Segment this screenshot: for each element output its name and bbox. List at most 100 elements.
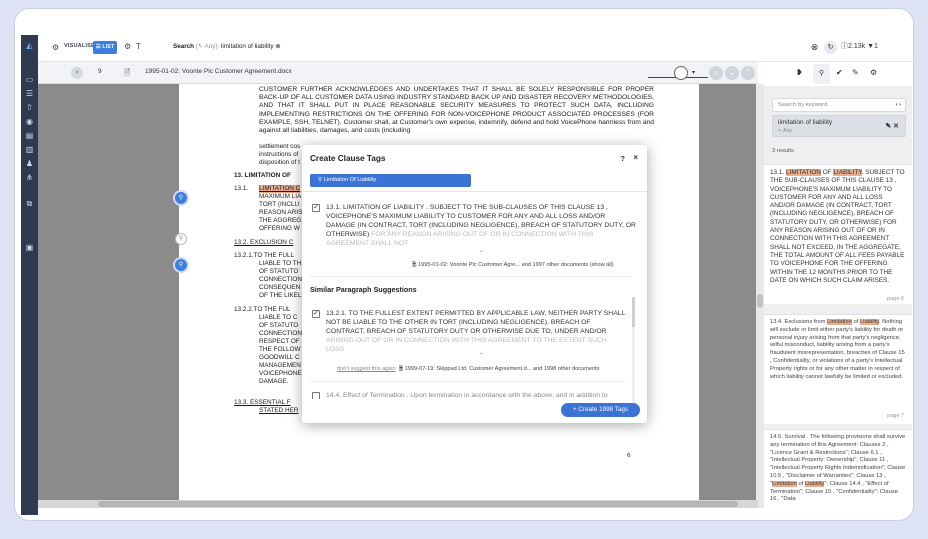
- prev-next-icon[interactable]: ‹ ›: [896, 99, 901, 111]
- doc-line: STATED HER: [259, 407, 299, 414]
- clear-search-icon[interactable]: ⊗: [275, 43, 280, 50]
- divider: [310, 381, 625, 382]
- item-source[interactable]: 🗎 1995-01-02: Voonte Plc Customer Agre..…: [412, 260, 614, 270]
- list-label: LIST: [102, 44, 115, 50]
- toggle-circle[interactable]: [674, 66, 688, 80]
- tab-settings-icon[interactable]: ⚙: [870, 68, 877, 77]
- close-dialog-icon[interactable]: ×: [633, 153, 638, 162]
- expand-chevron-icon[interactable]: ⌄: [479, 349, 484, 356]
- edit-remove-icon[interactable]: ✎ ✕: [885, 122, 899, 130]
- result-highlight: Limitation: [772, 480, 797, 487]
- back-icon[interactable]: ‹: [71, 67, 83, 79]
- page-footer-number: 6: [627, 452, 631, 459]
- clause-item[interactable]: ✓ 13.1. LIMITATION OF LIABILITY . SUBJEC…: [312, 203, 637, 249]
- nav-tag-icon[interactable]: ◉: [24, 117, 35, 126]
- search-term: limitation of liability: [221, 43, 274, 50]
- result-text: of: [798, 480, 804, 487]
- nav-up-icon[interactable]: ⌃: [741, 66, 755, 80]
- tab-check-icon[interactable]: ✔: [836, 68, 843, 77]
- result-card[interactable]: 13.4. Exclusions from Limitation of Liab…: [764, 314, 912, 424]
- doc-line: 13.2.2.TO THE FUL: [234, 306, 291, 313]
- doc-line: RESPECT OF: [259, 338, 300, 345]
- filter-icon[interactable]: ▼: [867, 43, 874, 50]
- nav-list-icon[interactable]: ☰: [24, 89, 35, 98]
- document-hscroll[interactable]: [38, 500, 758, 508]
- tag-marker-icon[interactable]: ⚲: [175, 259, 187, 271]
- doc-line: GOODWILL C: [259, 354, 300, 361]
- doc-line: MAXIMUM LIA: [259, 193, 302, 200]
- text-search-icon[interactable]: T: [136, 42, 141, 52]
- nav-user-icon[interactable]: ♟: [24, 159, 35, 168]
- tag-select[interactable]: ⚲ Limitation Of Liability: [310, 174, 471, 187]
- nav-down-icon[interactable]: ⌄: [725, 66, 739, 80]
- tab-edit-icon[interactable]: ✎: [852, 68, 859, 77]
- result-text: 13.4. Exclusions from: [770, 319, 826, 325]
- item-checkbox[interactable]: ✓: [312, 310, 320, 318]
- scroll-thumb[interactable]: [632, 297, 635, 327]
- tab-bookmark-icon[interactable]: ❥: [796, 68, 803, 77]
- panel-tabs: ❥ ⚲ ✔ ✎ ⚙: [764, 62, 912, 86]
- doc-line: MANAGEMEN: [259, 362, 301, 369]
- nav-file-icon[interactable]: ▤: [24, 131, 35, 140]
- doc-line: CONNECTION: [259, 276, 302, 283]
- search-query[interactable]: Search (↖ Any): limitation of liability …: [173, 43, 281, 50]
- refresh-icon[interactable]: ↻: [824, 41, 837, 54]
- vscroll-thumb[interactable]: [757, 294, 763, 308]
- dropdown-icon[interactable]: ▾: [692, 69, 695, 76]
- doc-line: OFFERING W: [259, 225, 300, 232]
- tag-marker-empty-icon[interactable]: ⚲: [175, 233, 187, 245]
- create-clause-tags-dialog: Create Clause Tags ? × ⚲ Limitation Of L…: [302, 145, 647, 423]
- item-checkbox[interactable]: ✓: [312, 204, 320, 212]
- result-card[interactable]: 13.1. LIMITATION OF LIABILITY. SUBJECT T…: [764, 164, 912, 304]
- count-label: 2.13k: [848, 43, 866, 50]
- tag-marker-icon[interactable]: ⚲: [175, 192, 187, 204]
- nav-prev-icon[interactable]: ‹: [709, 66, 723, 80]
- hscroll-thumb[interactable]: [98, 501, 738, 507]
- clause-highlight[interactable]: LIMITATION C: [259, 185, 301, 194]
- divider: [310, 276, 630, 277]
- result-text: . SUBJECT TO THE SUB-CLAUSES OF THIS CLA…: [770, 169, 905, 284]
- nav-tree-icon[interactable]: ⋔: [24, 173, 35, 182]
- list-button[interactable]: ☰ LIST: [93, 41, 117, 54]
- doc-line: CONNECTION: [259, 330, 302, 337]
- suggestion-item[interactable]: ✓ 13.2.1. TO THE FULLEST EXTENT PERMITTE…: [312, 309, 627, 355]
- nav-active-icon[interactable]: ▣: [24, 243, 35, 252]
- result-highlight: LIMITATION: [786, 169, 821, 176]
- doc-line: OF STATUTO: [259, 322, 299, 329]
- doc-line: instructions of: [259, 151, 299, 158]
- search-results-panel: ❥ ⚲ ✔ ✎ ⚙ Search by keyword ‹ › limitatio…: [764, 62, 912, 512]
- nav-upload-icon[interactable]: ⇧: [24, 103, 35, 112]
- help-icon[interactable]: ?: [620, 154, 625, 163]
- logo-icon[interactable]: ◭: [24, 41, 35, 50]
- suggestion-footer: don't suggest this again 🗎 1999-07-19: S…: [337, 364, 599, 374]
- result-card[interactable]: 14.5. Survival . The following provision…: [764, 429, 912, 512]
- document-bar: ‹ 9 🗎 1995-01-02: Voonte Plc Customer Ag…: [38, 62, 758, 84]
- left-nav: ◭ ▭ ☰ ⇧ ◉ ▤ ▥ ♟ ⋔ ⧉ ▣: [21, 35, 38, 515]
- result-highlight: LIABILITY: [833, 169, 862, 176]
- doc-line: VOICEPHONE: [259, 370, 302, 377]
- result-highlight: Liability: [859, 319, 879, 325]
- nav-docs-icon[interactable]: ▭: [24, 75, 35, 84]
- search-prefix: Search: [173, 43, 195, 50]
- nav-export-icon[interactable]: ⧉: [24, 199, 35, 208]
- doc-line: LIABLE TO TH: [259, 260, 302, 267]
- visualise-button[interactable]: VISUALISE: [64, 43, 95, 49]
- document-vscroll[interactable]: [756, 84, 764, 508]
- create-tags-button[interactable]: + Create 1998 Tags: [561, 403, 640, 417]
- nav-chart-icon[interactable]: ▥: [24, 145, 35, 154]
- result-highlight: Limitation: [827, 319, 852, 325]
- search-term-chip[interactable]: limitation of liability ↖ Any ✎ ✕: [772, 115, 906, 137]
- suggestion-item[interactable]: 14.4. Effect of Termination . Upon termi…: [312, 391, 627, 399]
- tab-search-icon[interactable]: ⚲: [813, 64, 830, 84]
- doc-page-number: 9: [98, 68, 102, 75]
- tag-icon: ⚲: [318, 177, 323, 183]
- keyword-search-input[interactable]: Search by keyword ‹ ›: [772, 98, 906, 112]
- dont-suggest-link[interactable]: don't suggest this again: [337, 366, 396, 372]
- item-checkbox[interactable]: [312, 392, 320, 399]
- settings-icon[interactable]: ⚙: [124, 42, 131, 52]
- doc-line: LIABLE TO C: [259, 314, 298, 321]
- suggestions-scrollbar[interactable]: [632, 297, 635, 415]
- expand-chevron-icon[interactable]: ⌄: [479, 247, 484, 254]
- count-badge: ⓘ2.13k ▼1: [841, 43, 878, 50]
- close-icon[interactable]: ⊗: [808, 41, 821, 54]
